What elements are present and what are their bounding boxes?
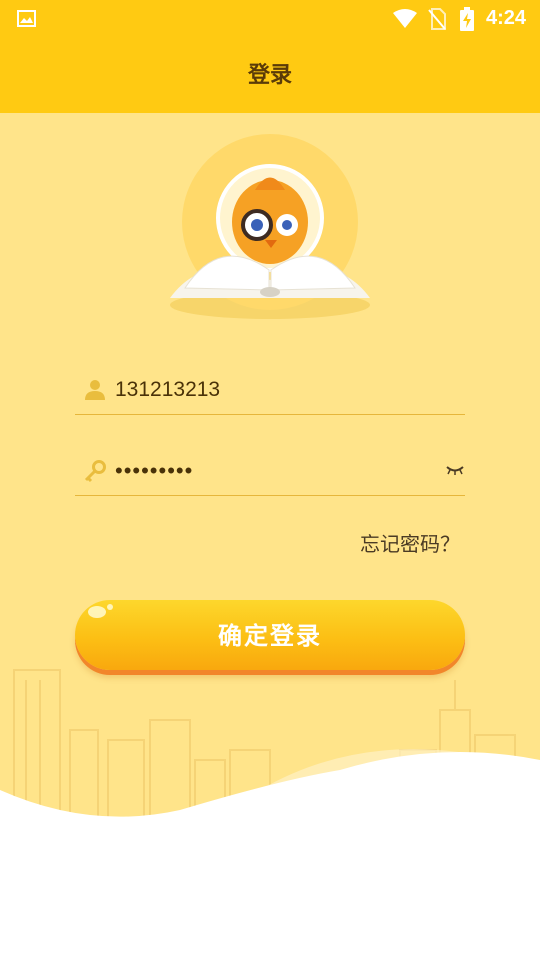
password-field: [75, 448, 465, 496]
eye-closed-icon[interactable]: [445, 464, 465, 476]
page-title: 登录: [247, 63, 292, 88]
user-icon: [85, 380, 105, 400]
no-sim-icon: [428, 8, 446, 30]
title-bar: 登录: [0, 38, 540, 113]
battery-charging-icon: [460, 7, 474, 31]
sparkle-icon: [88, 604, 113, 618]
status-time: 4:24: [486, 7, 527, 29]
city-wave-background: [0, 669, 540, 960]
login-button[interactable]: 确定登录: [75, 600, 465, 670]
login-button-label: 确定登录: [218, 621, 322, 650]
gallery-icon: [17, 10, 36, 27]
username-input[interactable]: [115, 367, 435, 413]
status-bar: 4:24: [0, 0, 540, 38]
wifi-icon: [393, 9, 417, 28]
mascot-bird-book-illustration: [170, 134, 370, 319]
key-icon: [84, 460, 106, 483]
username-field: [75, 367, 465, 415]
forgot-password-link[interactable]: 忘记密码？: [360, 528, 460, 557]
password-input[interactable]: [115, 448, 435, 494]
